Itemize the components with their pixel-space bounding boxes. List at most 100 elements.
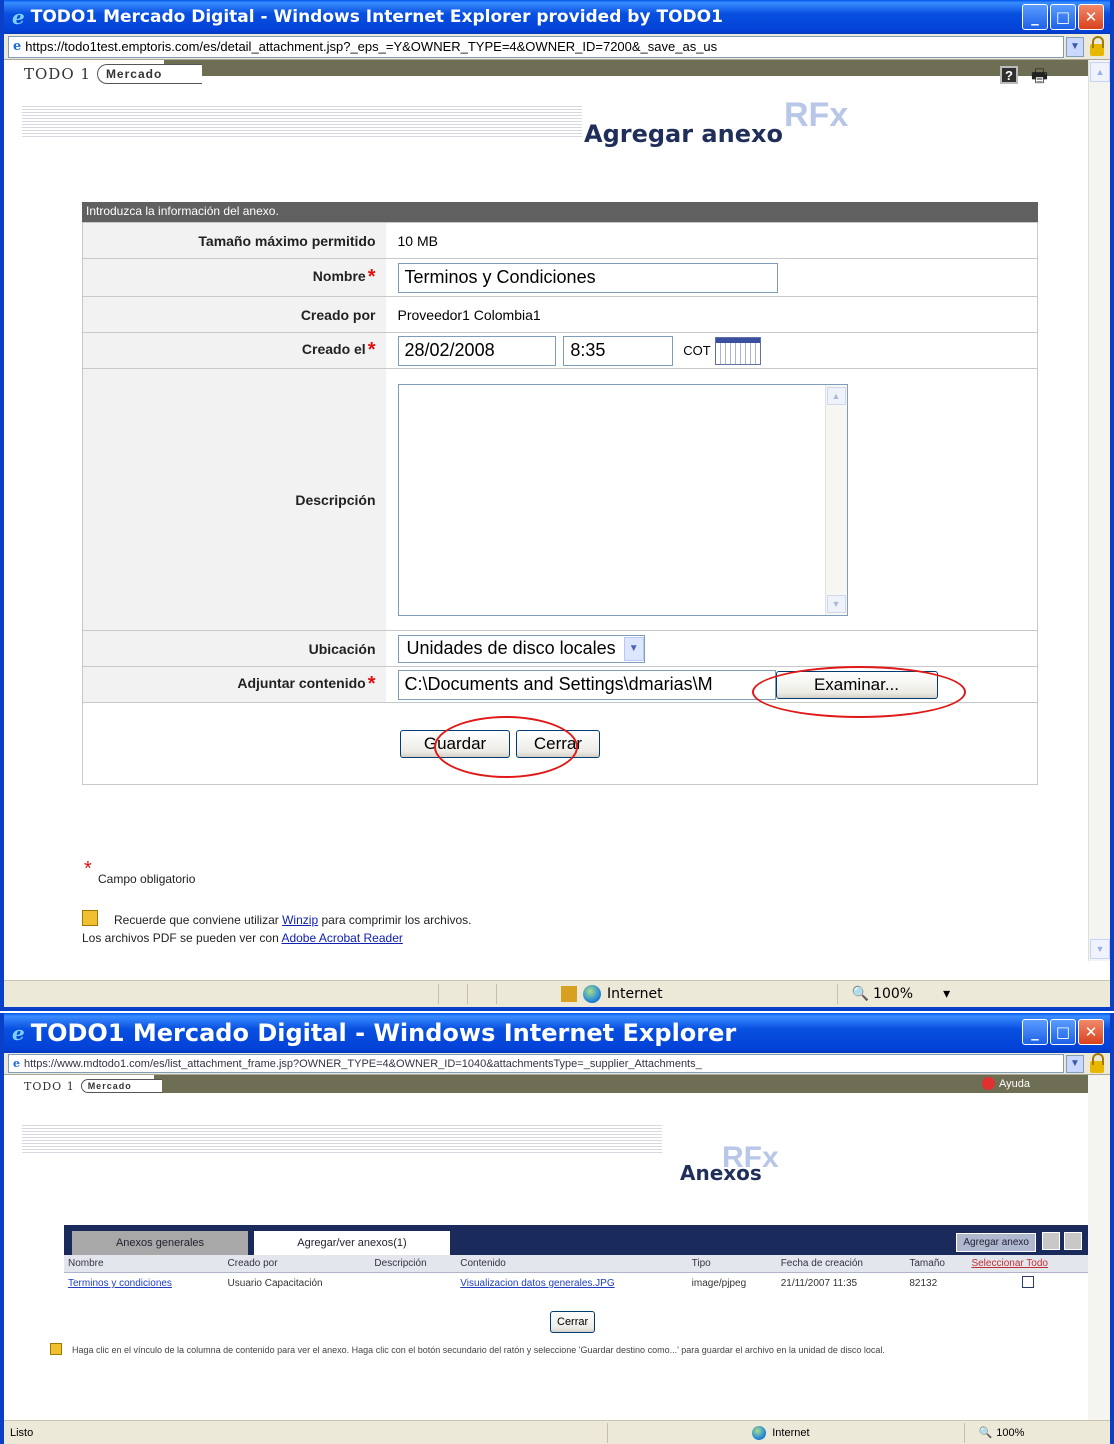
help-link[interactable]: Ayuda [982,1077,1030,1090]
globe-icon [583,985,601,1003]
tab-add-view-attachments[interactable]: Agregar/ver anexos(1) [254,1231,450,1255]
column-header: Tipo [687,1255,777,1273]
scroll-down-arrow-icon[interactable]: ▼ [1090,939,1110,959]
page-icon: e [13,39,22,54]
content-link[interactable]: Visualizacion datos generales.JPG [460,1278,614,1289]
status-bar: Listo Internet 🔍 100% [4,1420,1110,1444]
print-icon[interactable] [1064,1232,1082,1250]
row-checkbox[interactable] [1021,1276,1034,1288]
address-bar: e https://www.mdtodo1.com/es/list_attach… [4,1052,1110,1075]
zoom-icon[interactable]: 🔍 [979,1426,993,1439]
tab-general-attachments[interactable]: Anexos generales [72,1231,248,1255]
page-title: Agregar anexo [584,120,783,148]
zoom-level[interactable]: 100% [873,986,913,1002]
page-icon: e [13,1057,20,1070]
url-field[interactable]: e https://www.mdtodo1.com/es/list_attach… [8,1054,1064,1073]
lock-icon[interactable] [1084,1052,1110,1074]
column-header: Fecha de creación [776,1255,906,1273]
column-header: Creado por [223,1255,371,1273]
column-header: Descripción [370,1255,457,1273]
description-label: Descripción [82,368,386,631]
minimize-button[interactable]: _ [1022,4,1048,30]
textarea-scrollbar[interactable]: ▲ ▼ [824,384,847,615]
browse-button[interactable]: Examinar... [775,670,938,699]
form-header: Introduzca la información del anexo. [82,202,1038,222]
url-field[interactable]: e https://todo1test.emptoris.com/es/deta… [8,35,1064,58]
required-asterisk: * [367,339,376,361]
file-path-input[interactable]: C:\Documents and Settings\dmarias\M [397,669,776,700]
zoom-dropdown-icon[interactable]: ▾ [943,986,950,1002]
page-title: Anexos [680,1161,762,1185]
required-note: Campo obligatorio [98,872,196,886]
help-icon [982,1077,995,1090]
scroll-up-arrow-icon[interactable]: ▲ [1090,62,1110,82]
max-size-label: Tamaño máximo permitido [82,222,386,259]
rfx-watermark: RFx [784,96,849,134]
date-input[interactable]: 28/02/2008 [397,335,556,366]
close-window-button[interactable]: ✕ [1078,1019,1104,1045]
page-heading: RFx Agregar anexo [4,96,1088,160]
tab-bar: Anexos generales Agregar/ver anexos(1) A… [64,1225,1088,1255]
address-bar: e https://todo1test.emptoris.com/es/deta… [4,34,1110,60]
note-icon [50,1343,62,1355]
zoom-icon[interactable]: 🔍 [852,986,869,1002]
ie-logo-icon: e [12,1021,25,1045]
window-title: TODO1 Mercado Digital - Windows Internet… [30,7,723,27]
close-button[interactable]: Cerrar [550,1311,596,1333]
time-input[interactable]: 8:35 [563,335,674,366]
address-dropdown-button[interactable]: ▼ [1066,1054,1084,1073]
page-scrollbar[interactable]: ▲ ▼ [1088,60,1110,961]
scroll-up-arrow-icon[interactable]: ▲ [826,386,846,405]
save-button[interactable]: Guardar [400,729,511,758]
name-input[interactable]: Terminos y Condiciones [397,262,778,293]
attach-label: Adjuntar contenido [237,675,366,691]
zone-text: Internet [772,1426,810,1439]
scroll-down-arrow-icon[interactable]: ▼ [826,594,846,613]
zoom-level[interactable]: 100% [996,1427,1024,1439]
page-scrollbar[interactable] [1088,1075,1110,1420]
help-icon[interactable]: ? [1000,66,1018,84]
add-attachment-button[interactable]: Agregar anexo [956,1233,1036,1252]
description-textarea[interactable]: ▲ ▼ [397,383,848,616]
status-bar: Internet 🔍 100% ▾ [4,980,1110,1007]
close-window-button[interactable]: ✕ [1078,4,1104,30]
attachment-form: Introduzca la información del anexo. Tam… [82,202,1038,785]
title-bar: e TODO1 Mercado Digital - Windows Intern… [4,1013,1110,1053]
maximize-button[interactable]: □ [1050,1019,1076,1045]
delete-icon[interactable] [1042,1232,1060,1250]
required-asterisk: * [367,673,376,695]
location-select[interactable]: Unidades de disco locales ▼ [397,634,645,663]
lock-icon[interactable] [1084,35,1110,57]
select-all-link[interactable]: Seleccionar Todo [967,1255,1088,1273]
location-label: Ubicación [82,630,386,667]
todo1-logo: TODO 1 Mercado [24,64,203,84]
status-text: Listo [10,1426,34,1439]
decorative-stripes [22,1123,662,1153]
window-title: TODO1 Mercado Digital - Windows Internet… [30,1019,737,1047]
help-note: Haga clic en el vínculo de la columna de… [50,1343,1080,1357]
app-header: TODO 1 Mercado ? 🖶 [4,60,1088,96]
decorative-stripes [22,104,582,138]
table-row: Terminos y condiciones Usuario Capacitac… [64,1273,1088,1295]
attachment-name-link[interactable]: Terminos y condiciones [68,1278,172,1289]
calendar-icon[interactable] [714,336,761,365]
column-header[interactable]: Nombre [64,1255,224,1273]
url-text: https://todo1test.emptoris.com/es/detail… [25,39,718,54]
ie-window-attachments: e TODO1 Mercado Digital - Windows Intern… [0,1013,1114,1444]
chevron-down-icon[interactable]: ▼ [623,636,644,661]
url-text: https://www.mdtodo1.com/es/list_attachme… [24,1057,702,1070]
print-icon[interactable]: 🖶 [1031,64,1048,94]
ie-window-add-attachment: e TODO1 Mercado Digital - Windows Intern… [0,0,1114,1011]
globe-icon [752,1425,767,1440]
address-dropdown-button[interactable]: ▼ [1066,36,1084,57]
note-icon [82,910,98,926]
minimize-button[interactable]: _ [1022,1019,1048,1045]
maximize-button[interactable]: □ [1050,4,1076,30]
todo1-logo: TODO 1 Mercado [24,1079,162,1093]
cell-created-by: Usuario Capacitación [227,1278,323,1289]
close-button[interactable]: Cerrar [515,729,600,758]
winzip-link[interactable]: Winzip [282,913,318,927]
cell-size: 82132 [909,1278,938,1289]
title-bar: e TODO1 Mercado Digital - Windows Intern… [4,0,1110,34]
acrobat-reader-link[interactable]: Adobe Acrobat Reader [281,931,402,945]
